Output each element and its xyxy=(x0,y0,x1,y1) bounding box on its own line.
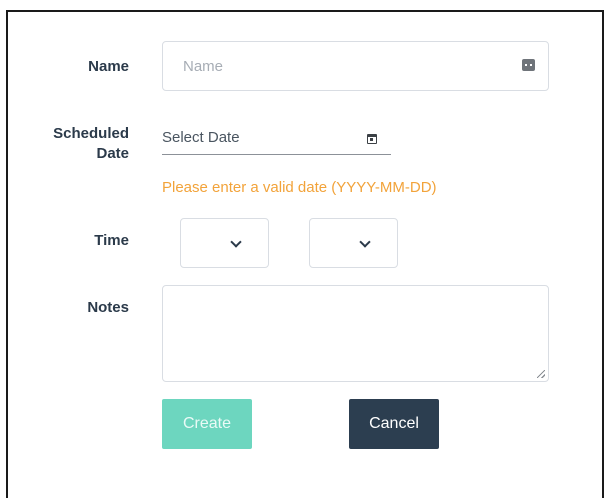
scheduled-date-field[interactable] xyxy=(162,122,391,155)
create-button[interactable]: Create xyxy=(162,399,252,449)
scheduled-date-input[interactable] xyxy=(162,122,352,152)
resize-handle-icon[interactable] xyxy=(537,370,545,378)
name-label: Name xyxy=(88,58,129,75)
time-minutes-select[interactable] xyxy=(309,218,398,268)
scheduled-date-label-line1: Scheduled xyxy=(53,125,129,142)
scheduled-date-label: Scheduled Date xyxy=(30,124,129,164)
calendar-icon[interactable] xyxy=(367,134,377,144)
notes-label: Notes xyxy=(87,299,129,316)
notes-textarea[interactable] xyxy=(162,285,549,382)
chevron-down-icon xyxy=(230,236,242,248)
chevron-down-icon xyxy=(359,236,371,248)
password-key-icon[interactable] xyxy=(522,59,535,71)
name-input[interactable] xyxy=(163,42,503,90)
scheduled-date-label-line2: Date xyxy=(96,145,129,162)
time-label: Time xyxy=(94,232,129,249)
cancel-button[interactable]: Cancel xyxy=(349,399,439,449)
date-error-message: Please enter a valid date (YYYY-MM-DD) xyxy=(162,179,437,196)
name-field[interactable] xyxy=(162,41,549,91)
time-hours-select[interactable] xyxy=(180,218,269,268)
